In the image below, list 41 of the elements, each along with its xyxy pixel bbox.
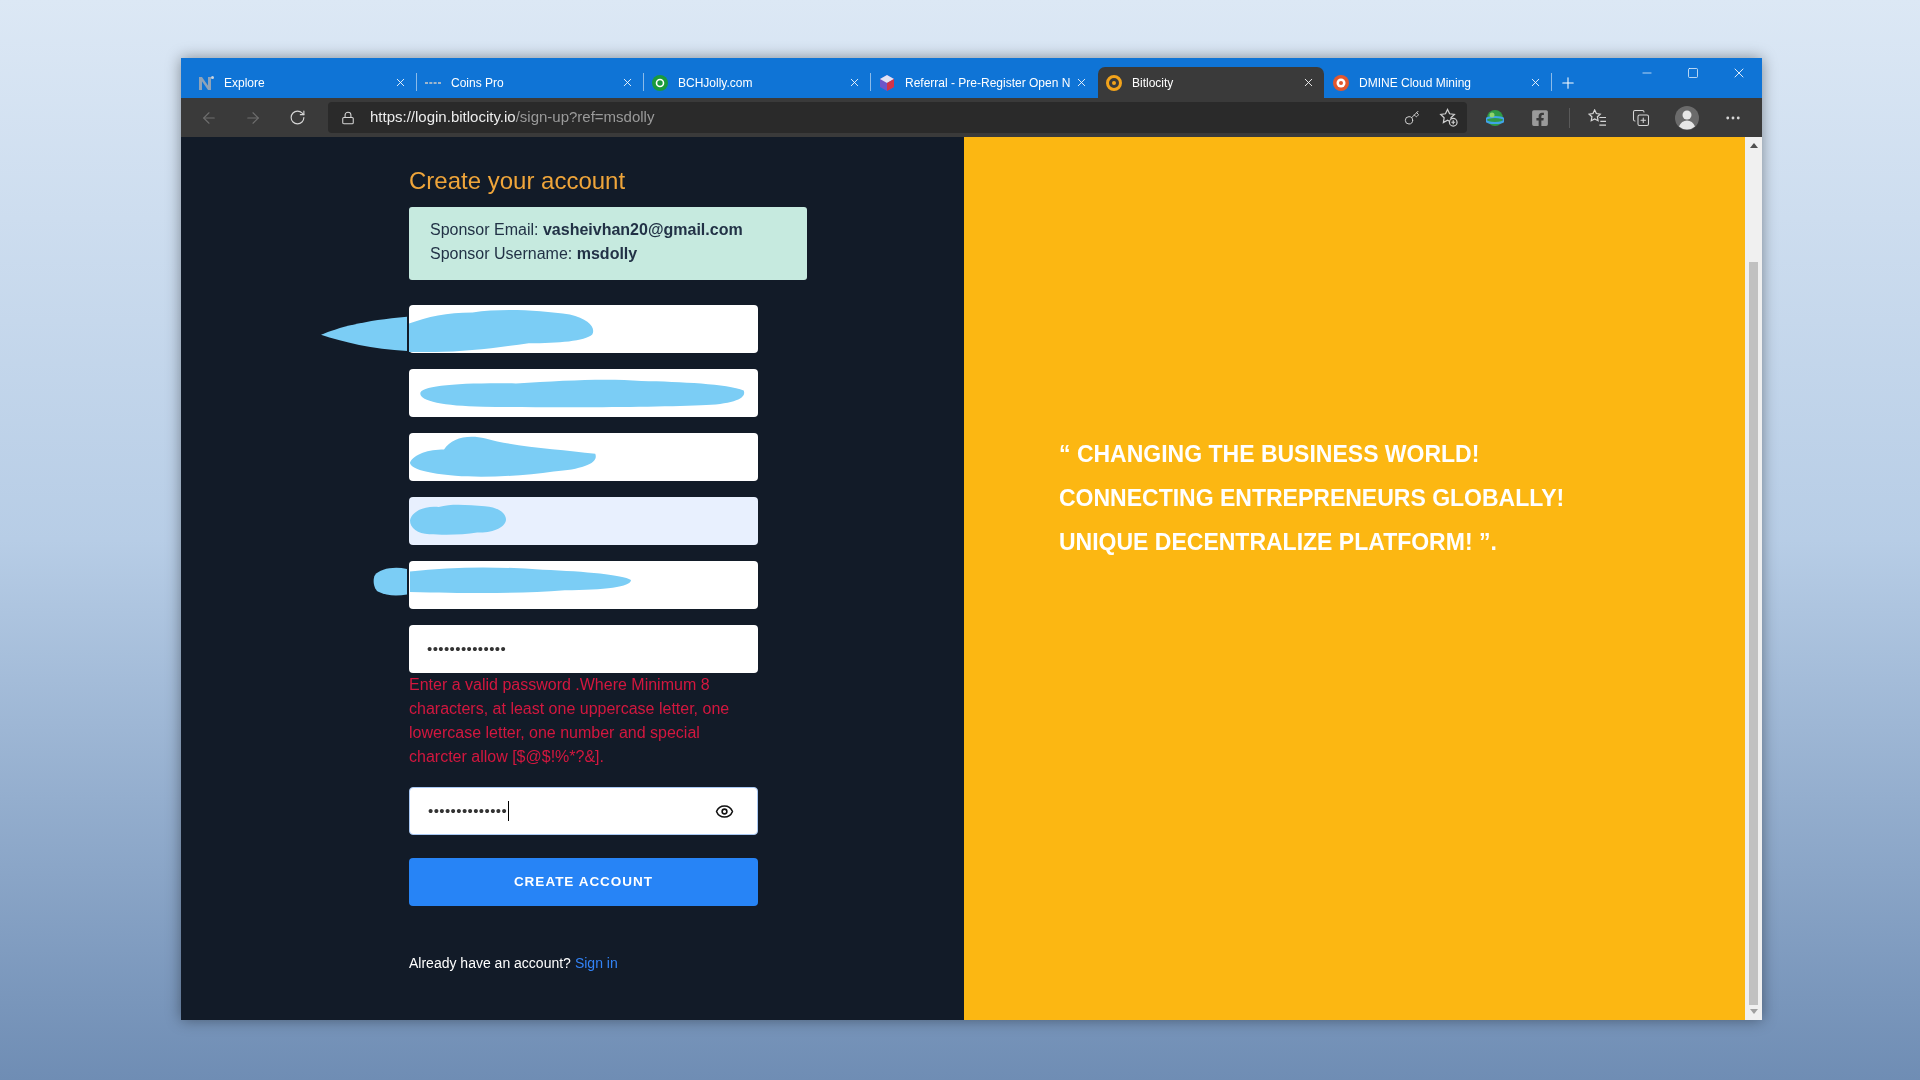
close-icon[interactable]: [1302, 76, 1315, 89]
create-account-button[interactable]: CREATE ACCOUNT: [409, 858, 758, 906]
scrollbar[interactable]: [1745, 137, 1762, 1020]
logo-icon: [198, 75, 214, 90]
cube-icon: [879, 74, 895, 91]
close-icon[interactable]: [1075, 76, 1088, 89]
lock-icon[interactable]: [341, 110, 355, 125]
maximize-icon[interactable]: [1687, 67, 1699, 79]
ring-icon: [1106, 74, 1122, 91]
star-plus-icon[interactable]: [1439, 108, 1458, 127]
browser-tab[interactable]: Bitlocity: [1098, 67, 1324, 98]
error-message: Enter a valid password .Where Minimum 8 characters, at least one uppercase letter, one lowercase letter, one number and special charcter allow [$@$!%*?&].: [409, 675, 731, 767]
disc-icon: [1333, 74, 1349, 91]
facebook-icon[interactable]: [1531, 108, 1549, 127]
avatar-icon[interactable]: [1675, 105, 1699, 130]
close-icon[interactable]: [848, 76, 861, 89]
sign-in-prompt: Already have an account? Sign in: [409, 954, 618, 973]
scrollbar-thumb[interactable]: [1749, 262, 1758, 1005]
password-field[interactable]: ••••••••••••••: [409, 787, 758, 835]
close-icon[interactable]: [621, 76, 634, 89]
scroll-up-arrow-icon[interactable]: [1749, 143, 1758, 148]
key-icon[interactable]: [1404, 109, 1420, 126]
globe-icon[interactable]: [1486, 108, 1504, 127]
address-bar[interactable]: https://login.bitlocity.io/sign-up?ref=msdolly: [328, 102, 1467, 133]
refresh-icon[interactable]: [288, 109, 306, 126]
favorites-icon[interactable]: [1587, 109, 1607, 126]
close-icon[interactable]: [394, 76, 407, 89]
redaction-scribble: [373, 566, 407, 596]
url-text[interactable]: https://login.bitlocity.io/sign-up?ref=msdolly: [370, 106, 655, 129]
password-field[interactable]: ••••••••••••••: [409, 625, 758, 673]
sponsor-info-text: Sponsor Username: msdolly: [430, 244, 638, 264]
sign-in-link[interactable]: Sign in: [574, 955, 618, 971]
coin-icon: [652, 74, 668, 91]
page-title: Create your account: [409, 166, 626, 196]
sponsor-info-text: Sponsor Email: vasheivhan20@gmail.com: [430, 220, 743, 240]
scroll-down-arrow-icon[interactable]: [1749, 1009, 1758, 1014]
quote-text: “ CHANGING THE BUSINESS WORLD! CONNECTING ENTREPRENEURS GLOBALLY! UNIQUE DECENTRALIZE PLATFORM! ”.: [1059, 440, 1565, 557]
close-icon[interactable]: [1529, 76, 1542, 89]
text-cursor: [508, 801, 510, 821]
dashes-icon: [425, 81, 441, 84]
copy-plus-icon[interactable]: [1632, 108, 1650, 127]
